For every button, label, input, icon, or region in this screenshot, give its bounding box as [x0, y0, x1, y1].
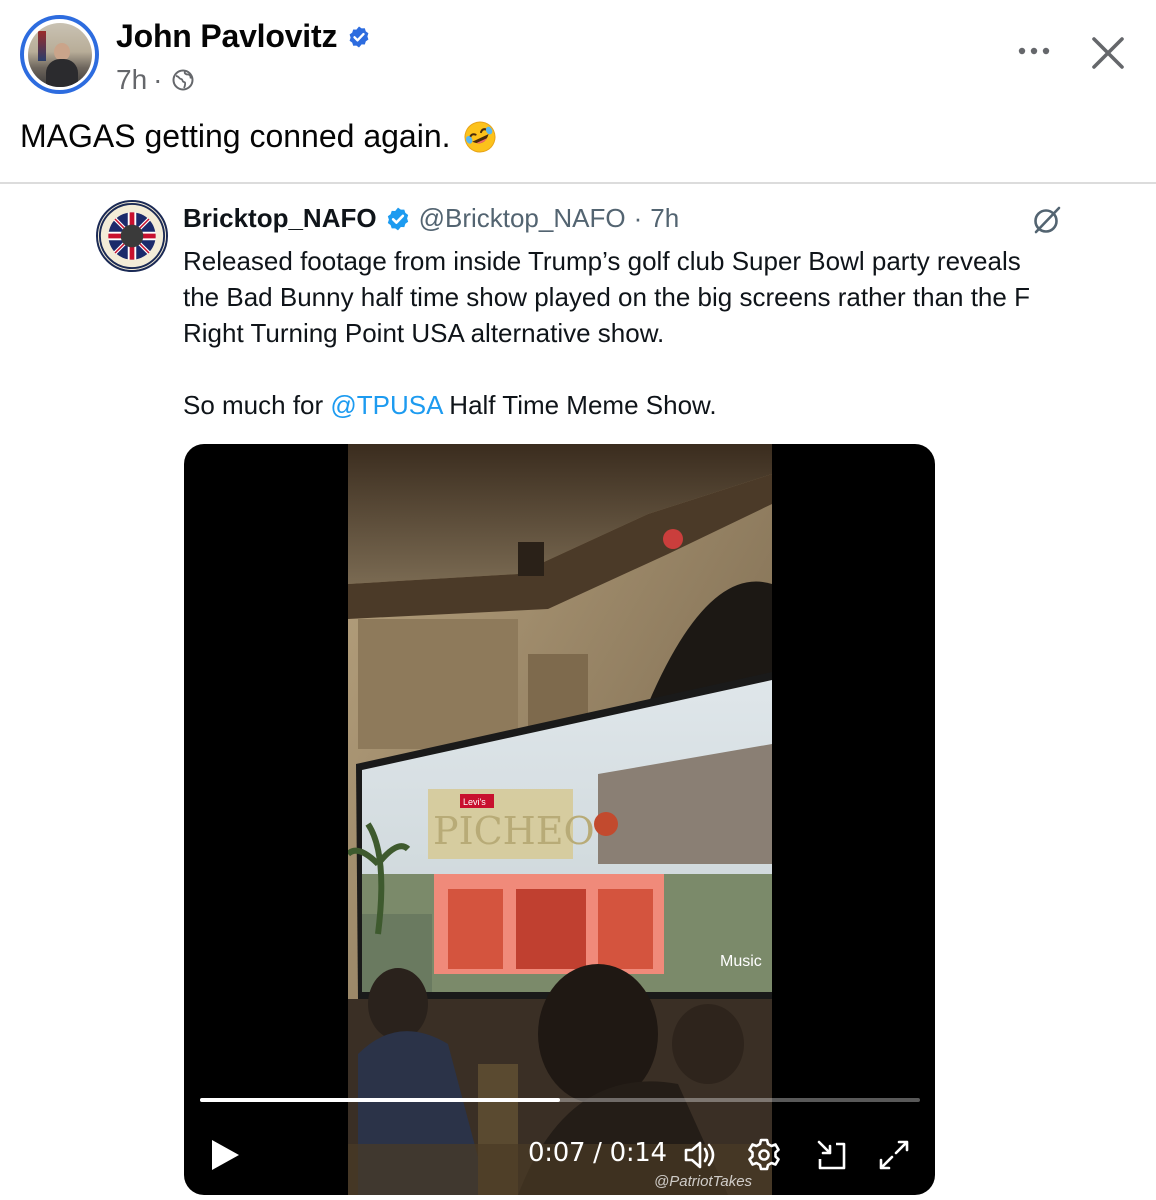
tweet-handle[interactable]: @Bricktop_NAFO — [419, 203, 626, 234]
screen-logo-text: Music — [720, 953, 762, 970]
post-timestamp[interactable]: 7h — [116, 64, 147, 96]
tweet-display-name[interactable]: Bricktop_NAFO — [183, 203, 377, 234]
video-time-separator: / — [585, 1138, 610, 1168]
tweet-text-line: Right Turning Point USA alternative show… — [183, 318, 665, 348]
more-options-icon[interactable] — [1014, 40, 1054, 62]
video-player[interactable]: PICHEO Levi's Music 0:07 / 0:14 @Patriot… — [184, 444, 935, 1195]
globe-icon — [172, 69, 194, 91]
video-time-readout: 0:07 / 0:14 — [528, 1138, 667, 1168]
rolling-laughing-emoji-icon — [464, 121, 495, 152]
screen-sign-text: PICHEO — [433, 809, 595, 853]
video-duration: 0:14 — [609, 1138, 667, 1168]
post-text: MAGAS getting conned again. — [20, 118, 451, 154]
fullscreen-icon[interactable] — [876, 1137, 912, 1173]
volume-icon[interactable] — [682, 1137, 718, 1173]
tweet-timestamp[interactable]: 7h — [650, 203, 679, 234]
video-progress-bar[interactable] — [200, 1098, 920, 1102]
screen-brand-text: Levi's — [463, 797, 486, 807]
post-text-row: MAGAS getting conned again. — [20, 118, 497, 155]
picture-in-picture-icon[interactable] — [814, 1137, 850, 1173]
video-current-time: 0:07 — [528, 1138, 586, 1168]
video-frame: PICHEO Levi's Music — [348, 444, 772, 1195]
play-button[interactable] — [206, 1137, 242, 1173]
video-progress-fill — [200, 1098, 560, 1102]
author-name-row: John Pavlovitz — [116, 18, 371, 55]
tweet-author-avatar[interactable] — [96, 200, 168, 272]
author-name[interactable]: John Pavlovitz — [116, 18, 337, 55]
verified-badge-icon — [387, 207, 408, 230]
tweet-separator: · — [633, 203, 643, 233]
video-watermark: @PatriotTakes — [654, 1173, 753, 1190]
post-meta: 7h · — [116, 64, 194, 96]
tweet-text-line: So much for @TPUSA Half Time Meme Show. — [183, 387, 1093, 423]
tweet-header: Bricktop_NAFO @Bricktop_NAFO · 7h — [183, 203, 679, 234]
author-avatar-photo — [27, 22, 92, 87]
tweet-text-suffix: Half Time Meme Show. — [442, 390, 717, 420]
tweet-text: Released footage from inside Trump’s gol… — [183, 243, 1093, 423]
author-avatar[interactable] — [20, 15, 99, 94]
tweet-text-line: Released footage from inside Trump’s gol… — [183, 246, 1021, 276]
close-icon[interactable] — [1090, 35, 1126, 71]
verified-badge-icon — [349, 26, 369, 47]
tweet-mention-link[interactable]: @TPUSA — [330, 390, 442, 420]
tweet-text-prefix: So much for — [183, 390, 331, 420]
tweet-text-line: the Bad Bunny half time show played on t… — [183, 282, 1030, 312]
settings-gear-icon[interactable] — [746, 1137, 782, 1173]
post-divider — [0, 182, 1156, 184]
nafo-badge-icon — [98, 202, 166, 270]
meta-separator: · — [153, 64, 163, 95]
grok-icon[interactable] — [1030, 203, 1064, 237]
